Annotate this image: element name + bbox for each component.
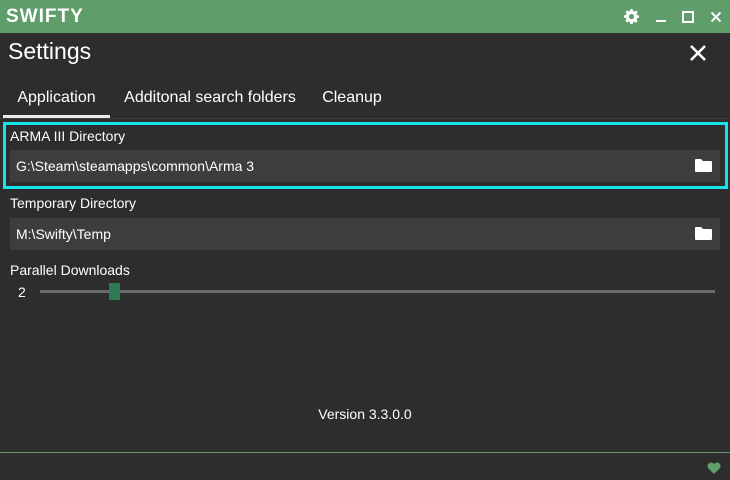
temporary-directory-label: Temporary Directory	[10, 195, 137, 211]
window-close-button[interactable]	[707, 8, 724, 25]
version-text: Version 3.3.0.0	[318, 406, 412, 422]
minimize-icon	[655, 19, 666, 22]
tab-label: Additonal search folders	[124, 89, 296, 106]
parallel-downloads-slider-track[interactable]	[40, 290, 715, 293]
heart-icon	[707, 462, 721, 474]
title-bar: SWIFTY	[0, 0, 730, 33]
tab-cleanup[interactable]: Cleanup	[314, 78, 390, 118]
temporary-directory-input[interactable]	[16, 218, 676, 250]
footer-divider	[0, 452, 730, 453]
temporary-directory-browse-button[interactable]	[695, 226, 712, 241]
arma-directory-field	[10, 150, 720, 182]
page-title: Settings	[8, 38, 92, 64]
tab-application[interactable]: Application	[3, 78, 110, 118]
tab-label: Application	[17, 89, 96, 106]
tab-divider	[0, 118, 730, 119]
support-button[interactable]	[707, 461, 721, 474]
maximize-button[interactable]	[679, 8, 696, 25]
arma-directory-label: ARMA III Directory	[10, 128, 126, 144]
folder-icon	[695, 227, 712, 240]
tab-label: Cleanup	[322, 89, 382, 106]
close-icon	[690, 45, 706, 61]
app-title: SWIFTY	[6, 6, 84, 27]
folder-icon	[695, 159, 712, 172]
tab-bar: Application Additonal search folders Cle…	[0, 78, 730, 118]
temporary-directory-field	[10, 218, 720, 250]
minimize-button[interactable]	[652, 8, 669, 25]
parallel-downloads-slider-thumb[interactable]	[108, 283, 120, 300]
settings-button[interactable]	[623, 8, 640, 25]
tab-additional-search-folders[interactable]: Additonal search folders	[116, 78, 304, 118]
settings-close-button[interactable]	[688, 43, 708, 63]
gear-icon	[624, 9, 639, 24]
arma-directory-input[interactable]	[16, 150, 676, 182]
parallel-downloads-value: 2	[18, 284, 26, 300]
maximize-icon	[681, 10, 694, 23]
close-icon	[710, 11, 721, 22]
arma-directory-browse-button[interactable]	[695, 158, 712, 173]
parallel-downloads-label: Parallel Downloads	[10, 262, 130, 278]
